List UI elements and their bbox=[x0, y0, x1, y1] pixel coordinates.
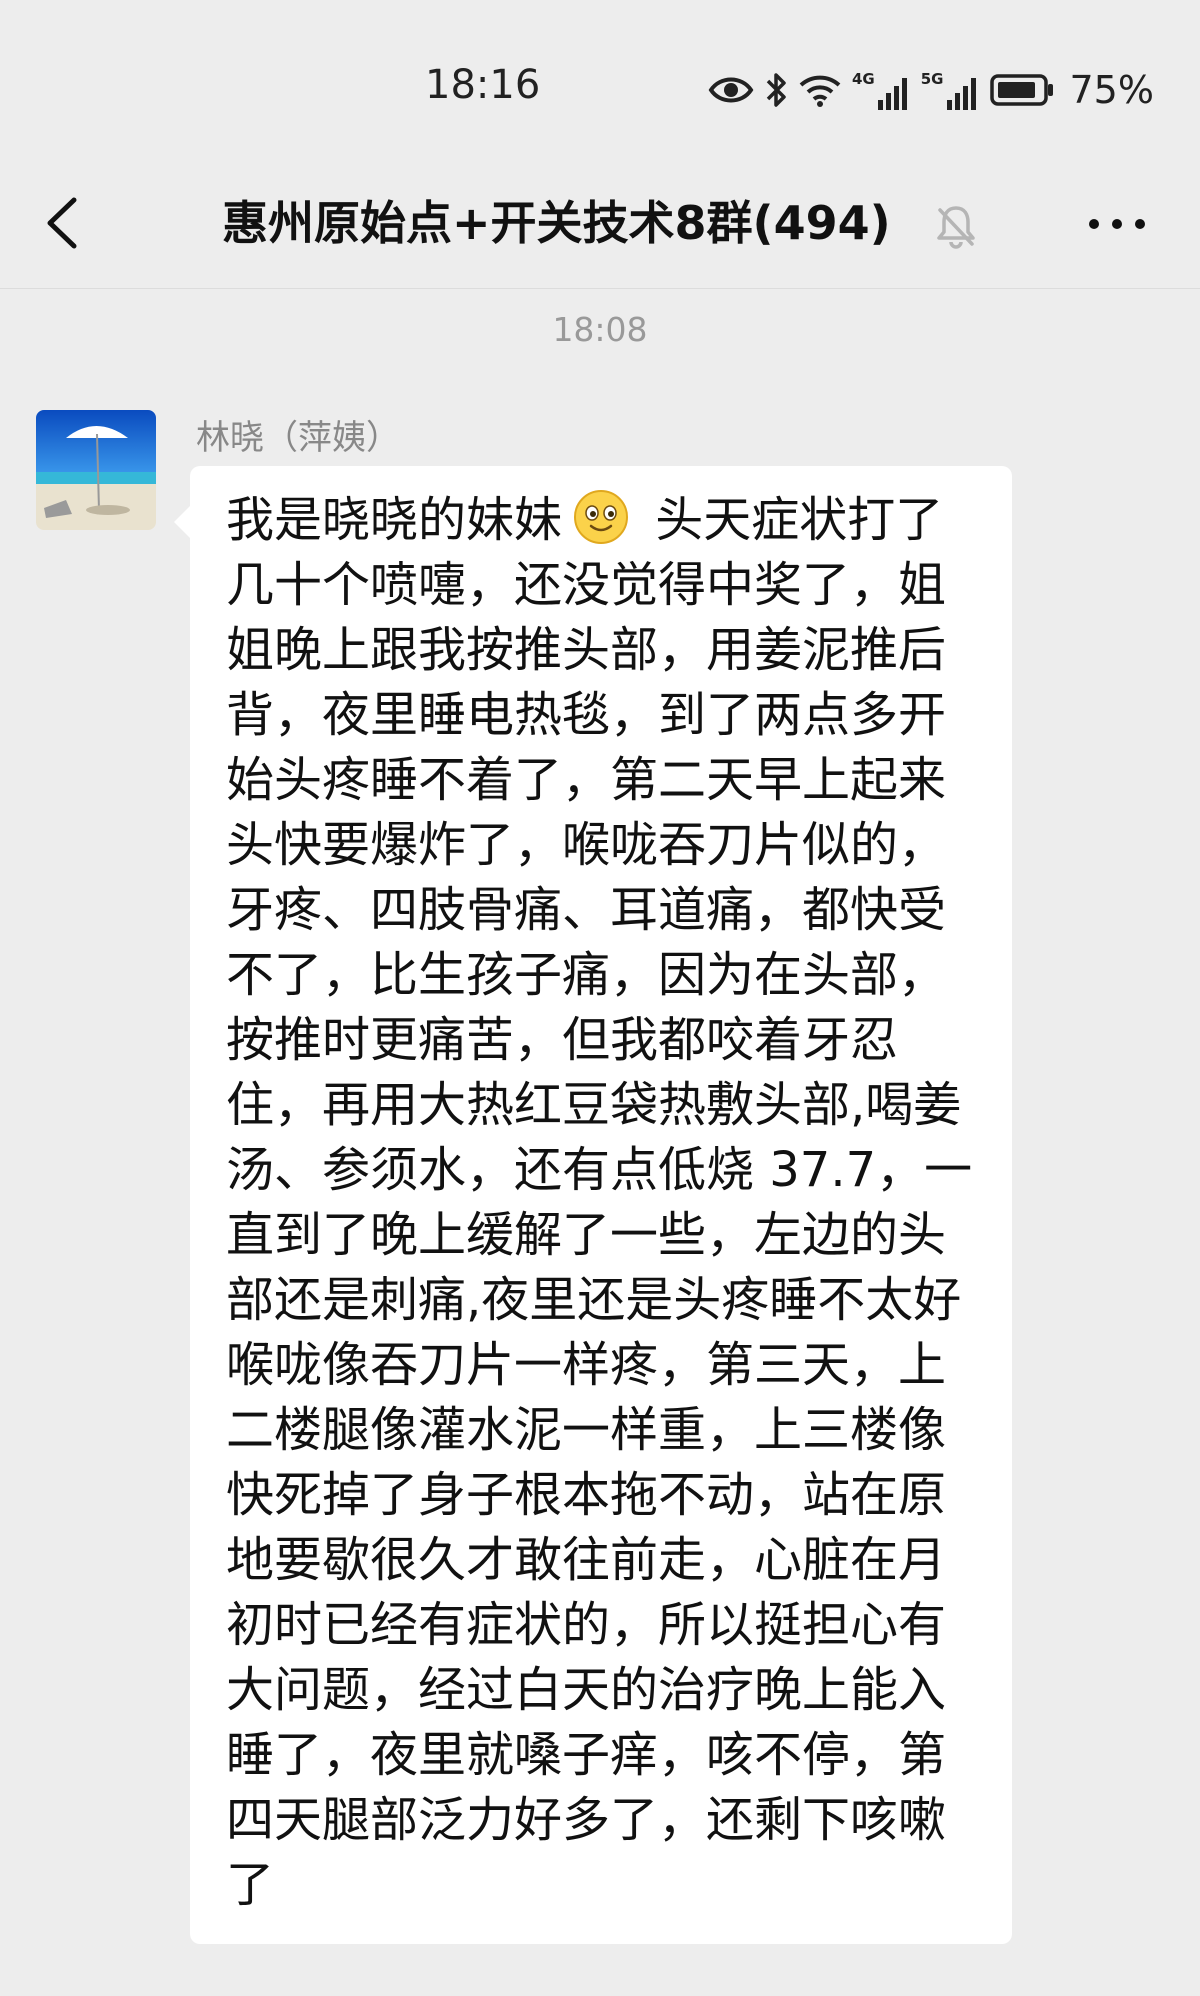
message-text-start: 我是晓晓的妹妹 bbox=[226, 492, 563, 548]
wifi-icon bbox=[799, 75, 841, 107]
status-time: 18:16 bbox=[425, 62, 541, 108]
chat-title: 惠州原始点+开关技术8群(494) bbox=[222, 196, 891, 250]
beach-umbrella-avatar bbox=[36, 410, 156, 530]
message-text: 我是晓晓的妹妹 头天症状打了几十个喷嚏，还没觉得中奖了，姐姐晚上跟我按推头部，用… bbox=[226, 488, 978, 1918]
sender-name: 林晓（萍姨） bbox=[196, 418, 400, 458]
chevron-left-icon bbox=[47, 197, 77, 249]
signal-4g-icon: 4G bbox=[852, 70, 911, 110]
message-bubble[interactable]: 我是晓晓的妹妹 头天症状打了几十个喷嚏，还没觉得中奖了，姐姐晚上跟我按推头部，用… bbox=[174, 466, 1012, 1944]
back-button[interactable] bbox=[30, 180, 100, 266]
signal-5g-icon: 5G bbox=[921, 70, 980, 110]
more-dots-icon bbox=[1089, 219, 1145, 229]
message-timestamp: 18:08 bbox=[552, 310, 648, 349]
battery-percent: 75% bbox=[1069, 68, 1154, 112]
status-bar: 18:16 4G 5G 75% bbox=[0, 0, 1200, 180]
network-4g-label: 4G bbox=[852, 70, 875, 88]
eye-icon bbox=[708, 77, 754, 103]
status-icons: 4G 5G 75% bbox=[708, 62, 1154, 118]
smile-emoji bbox=[574, 490, 629, 544]
battery-icon bbox=[989, 74, 1053, 106]
message-text-rest: 头天症状打了几十个喷嚏，还没觉得中奖了，姐姐晚上跟我按推头部，用姜泥推后背，夜里… bbox=[226, 492, 973, 1913]
bell-muted-icon bbox=[937, 206, 975, 249]
network-5g-label: 5G bbox=[920, 70, 944, 88]
more-button[interactable] bbox=[1082, 196, 1152, 252]
avatar[interactable] bbox=[36, 410, 156, 530]
bubble-arrow bbox=[174, 506, 190, 538]
bluetooth-icon bbox=[766, 73, 786, 107]
chat-header: 惠州原始点+开关技术8群(494) bbox=[0, 160, 1200, 289]
